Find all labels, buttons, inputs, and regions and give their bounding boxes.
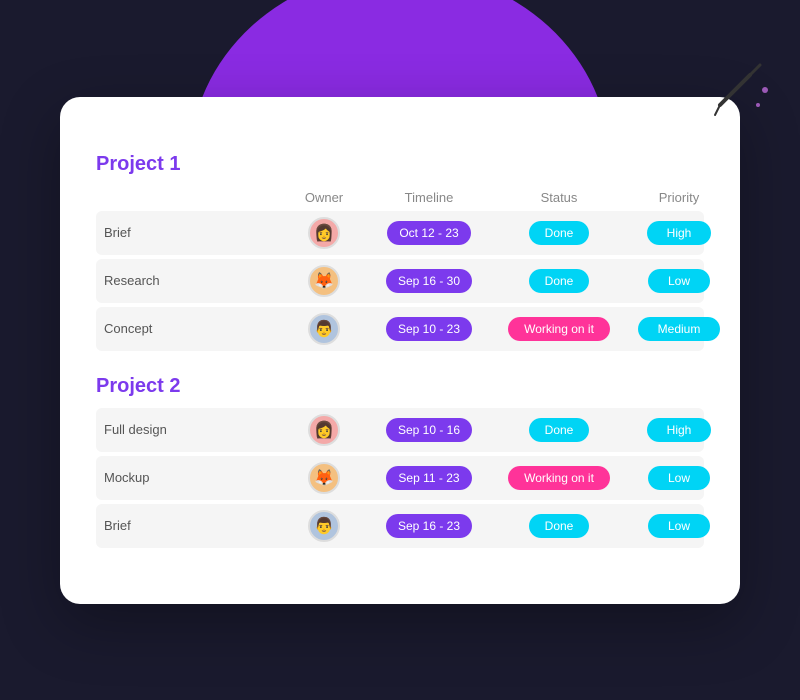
owner-cell: 👩 [284,414,364,446]
project-title-1: Project 1 [96,153,704,176]
priority-cell: High [624,418,734,442]
header-status: Status [494,190,624,205]
status-badge: Done [529,514,590,538]
header-task [104,190,284,205]
priority-badge: High [647,418,712,442]
status-badge: Working on it [508,466,610,490]
status-badge: Done [529,221,590,245]
main-card: Project 1 OwnerTimelineStatusPriority Brie… [60,97,740,604]
timeline-badge: Sep 10 - 16 [386,418,472,442]
priority-badge: Low [648,269,710,293]
status-cell: Working on it [494,317,624,341]
owner-cell: 🦊 [284,462,364,494]
status-badge: Done [529,269,590,293]
priority-cell: Low [624,514,734,538]
avatar: 👩 [308,414,340,446]
timeline-cell: Sep 10 - 23 [364,317,494,341]
timeline-cell: Sep 10 - 16 [364,418,494,442]
timeline-cell: Oct 12 - 23 [364,221,494,245]
avatar: 👨 [308,313,340,345]
table-row: Mockup🦊Sep 11 - 23Working on itLow [96,456,704,500]
priority-cell: Low [624,269,734,293]
avatar: 👨 [308,510,340,542]
timeline-badge: Oct 12 - 23 [387,221,470,245]
status-cell: Done [494,221,624,245]
project-section-2: Project 2Full design👩Sep 10 - 16DoneHigh… [96,375,704,548]
priority-badge: High [647,221,712,245]
table-row: Research🦊Sep 16 - 30DoneLow [96,259,704,303]
table-row: Brief👨Sep 16 - 23DoneLow [96,504,704,548]
status-badge: Working on it [508,317,610,341]
timeline-cell: Sep 16 - 30 [364,269,494,293]
task-name: Mockup [104,470,284,485]
owner-cell: 🦊 [284,265,364,297]
header-timeline: Timeline [364,190,494,205]
owner-cell: 👩 [284,217,364,249]
avatar: 👩 [308,217,340,249]
avatar: 🦊 [308,462,340,494]
avatar: 🦊 [308,265,340,297]
timeline-badge: Sep 16 - 30 [386,269,472,293]
priority-cell: High [624,221,734,245]
table-row: Brief👩Oct 12 - 23DoneHigh [96,211,704,255]
timeline-badge: Sep 11 - 23 [386,466,471,490]
status-cell: Done [494,514,624,538]
priority-cell: Medium [624,317,734,341]
timeline-badge: Sep 16 - 23 [386,514,472,538]
owner-cell: 👨 [284,510,364,542]
task-name: Brief [104,518,284,533]
project-section-1: Project 1 OwnerTimelineStatusPriority Brie… [96,153,704,351]
status-cell: Working on it [494,466,624,490]
header-owner: Owner [284,190,364,205]
status-badge: Done [529,418,590,442]
task-name: Full design [104,422,284,437]
decorative-corner [710,60,770,125]
table-row: Full design👩Sep 10 - 16DoneHigh [96,408,704,452]
priority-badge: Low [648,466,710,490]
status-cell: Done [494,269,624,293]
table-header: OwnerTimelineStatusPriority [96,186,704,209]
header-priority: Priority [624,190,734,205]
priority-cell: Low [624,466,734,490]
status-cell: Done [494,418,624,442]
table-row: Concept👨Sep 10 - 23Working on itMedium [96,307,704,351]
timeline-badge: Sep 10 - 23 [386,317,472,341]
owner-cell: 👨 [284,313,364,345]
timeline-cell: Sep 11 - 23 [364,466,494,490]
priority-badge: Low [648,514,710,538]
project-title-2: Project 2 [96,375,704,398]
timeline-cell: Sep 16 - 23 [364,514,494,538]
priority-badge: Medium [638,317,721,341]
task-name: Concept [104,321,284,336]
task-name: Research [104,273,284,288]
task-name: Brief [104,225,284,240]
